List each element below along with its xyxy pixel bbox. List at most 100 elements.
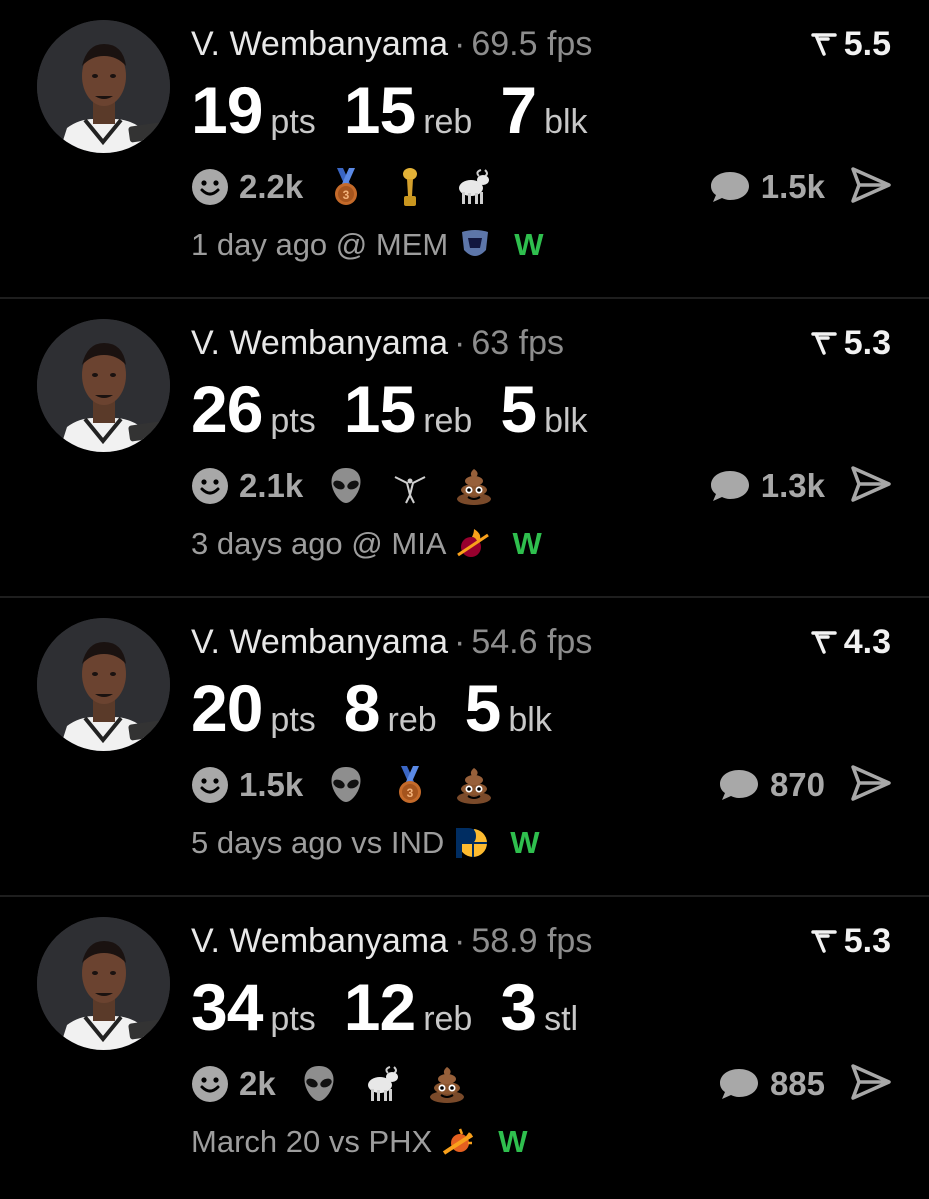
poop-reaction[interactable] bbox=[453, 764, 495, 806]
svg-text:3: 3 bbox=[407, 786, 414, 800]
alien-reaction[interactable] bbox=[325, 465, 367, 507]
send-icon bbox=[851, 1063, 891, 1100]
stat-value: 5 bbox=[500, 372, 537, 446]
poop-reaction[interactable] bbox=[453, 465, 495, 507]
stat-unit: pts bbox=[270, 402, 316, 440]
reaction-button[interactable]: 2.2k bbox=[191, 168, 303, 206]
reactions-bar: 2.2k 3 bbox=[191, 162, 517, 212]
player-avatar[interactable] bbox=[37, 917, 170, 1050]
comment-button[interactable]: 870 bbox=[718, 766, 825, 804]
bronze-medal-icon: 3 bbox=[399, 766, 422, 803]
game-result: W bbox=[498, 1124, 528, 1159]
game-time-opponent[interactable]: March 20 vs PHX bbox=[191, 1124, 432, 1160]
stat-item: 15 reb bbox=[344, 371, 473, 447]
opponent-logo bbox=[456, 226, 494, 264]
reaction-button[interactable]: 2k bbox=[191, 1065, 276, 1103]
game-time-opponent[interactable]: 3 days ago @ MIA bbox=[191, 526, 446, 562]
comment-button[interactable]: 885 bbox=[718, 1065, 825, 1103]
goat-reaction[interactable] bbox=[453, 166, 495, 208]
share-button[interactable] bbox=[851, 166, 891, 208]
dunk-reaction[interactable] bbox=[389, 465, 431, 507]
reactions-bar: 2.1k bbox=[191, 461, 517, 511]
stat-item: 7 blk bbox=[500, 72, 587, 148]
player-name[interactable]: V. Wembanyama bbox=[191, 623, 448, 661]
stat-unit: blk bbox=[544, 402, 588, 440]
bronze-medal-reaction[interactable]: 3 bbox=[389, 764, 431, 806]
game-time-opponent[interactable]: 5 days ago vs IND bbox=[191, 825, 444, 861]
trending-score-icon bbox=[810, 33, 837, 56]
stat-value: 12 bbox=[343, 970, 416, 1044]
grizzlies-logo-icon bbox=[462, 230, 489, 256]
stat-unit: pts bbox=[270, 1000, 316, 1038]
stat-unit: reb bbox=[423, 103, 473, 141]
reaction-button[interactable]: 2.1k bbox=[191, 467, 303, 505]
player-avatar[interactable] bbox=[37, 319, 170, 452]
send-icon bbox=[851, 465, 891, 502]
trophy-reaction[interactable] bbox=[389, 166, 431, 208]
poop-reaction[interactable] bbox=[426, 1063, 468, 1105]
send-icon bbox=[851, 166, 891, 203]
comment-button[interactable]: 1.5k bbox=[709, 168, 825, 206]
dot-separator: · bbox=[454, 25, 466, 63]
poop-icon bbox=[457, 469, 492, 505]
stat-item: 5 blk bbox=[500, 371, 587, 447]
stat-line: 26 pts 15 reb 5 blk bbox=[191, 371, 616, 447]
score-value: 5.5 bbox=[843, 25, 891, 63]
trending-score-icon bbox=[810, 332, 837, 355]
post-actions: 870 bbox=[718, 760, 891, 810]
player-name[interactable]: V. Wembanyama bbox=[191, 25, 448, 63]
trending-score-icon bbox=[810, 631, 837, 654]
stat-value: 15 bbox=[343, 73, 416, 147]
dunk-silhouette-icon bbox=[394, 476, 426, 504]
game-meta: 1 day ago @ MEM W bbox=[191, 226, 543, 264]
stat-unit: blk bbox=[508, 701, 552, 739]
post-header: V. Wembanyama · 58.9 fps bbox=[191, 919, 592, 963]
alien-reaction[interactable] bbox=[298, 1063, 340, 1105]
fantasy-points: 58.9 fps bbox=[471, 922, 593, 960]
stat-value: 19 bbox=[191, 73, 263, 147]
reaction-count: 2.1k bbox=[239, 467, 304, 504]
alien-reaction[interactable] bbox=[325, 764, 367, 806]
share-button[interactable] bbox=[851, 764, 891, 806]
dot-separator: · bbox=[454, 623, 466, 661]
stat-value: 8 bbox=[343, 671, 381, 745]
stat-item: 19 pts bbox=[191, 72, 316, 148]
post-card[interactable]: V. Wembanyama · 58.9 fps 5.3 34 pts 12 reb 3… bbox=[0, 897, 929, 1199]
alien-icon bbox=[331, 468, 361, 503]
smile-icon bbox=[192, 1066, 228, 1102]
pacers-logo-icon bbox=[456, 828, 488, 858]
comment-button[interactable]: 1.3k bbox=[709, 467, 825, 505]
player-avatar[interactable] bbox=[37, 618, 170, 751]
heat-logo-icon bbox=[457, 529, 490, 557]
post-card[interactable]: V. Wembanyama · 63 fps 5.3 26 pts 15 reb 5 bl… bbox=[0, 299, 929, 598]
player-name[interactable]: V. Wembanyama bbox=[191, 922, 448, 960]
stat-item: 3 stl bbox=[500, 969, 578, 1045]
opponent-logo bbox=[452, 824, 490, 862]
post-actions: 1.5k bbox=[709, 162, 891, 212]
comment-count: 1.3k bbox=[760, 467, 825, 504]
post-card[interactable]: V. Wembanyama · 69.5 fps 5.5 19 pts 15 reb 7… bbox=[0, 0, 929, 299]
rating-score: 5.3 bbox=[810, 321, 891, 365]
stat-value: 3 bbox=[500, 970, 537, 1044]
fantasy-points: 69.5 fps bbox=[471, 25, 593, 63]
player-name[interactable]: V. Wembanyama bbox=[191, 324, 448, 362]
goat-reaction[interactable] bbox=[362, 1063, 404, 1105]
share-button[interactable] bbox=[851, 465, 891, 507]
game-time-opponent[interactable]: 1 day ago @ MEM bbox=[191, 227, 448, 263]
stat-unit: pts bbox=[270, 701, 316, 739]
bronze-medal-reaction[interactable]: 3 bbox=[325, 166, 367, 208]
post-card[interactable]: V. Wembanyama · 54.6 fps 4.3 20 pts 8 reb 5b… bbox=[0, 598, 929, 897]
game-result: W bbox=[512, 526, 542, 561]
reaction-button[interactable]: 1.5k bbox=[191, 766, 303, 804]
share-button[interactable] bbox=[851, 1063, 891, 1105]
stat-value: 7 bbox=[500, 73, 537, 147]
player-avatar[interactable] bbox=[37, 20, 170, 153]
comment-bubble-icon bbox=[710, 471, 749, 501]
reaction-count: 2.2k bbox=[239, 168, 304, 205]
score-value: 5.3 bbox=[843, 922, 891, 960]
trending-score-icon bbox=[810, 930, 837, 953]
stat-value: 5 bbox=[464, 671, 502, 745]
stat-unit: blk bbox=[544, 103, 588, 141]
stat-item: 5 blk bbox=[465, 670, 552, 746]
post-header: V. Wembanyama · 54.6 fps bbox=[191, 620, 592, 664]
